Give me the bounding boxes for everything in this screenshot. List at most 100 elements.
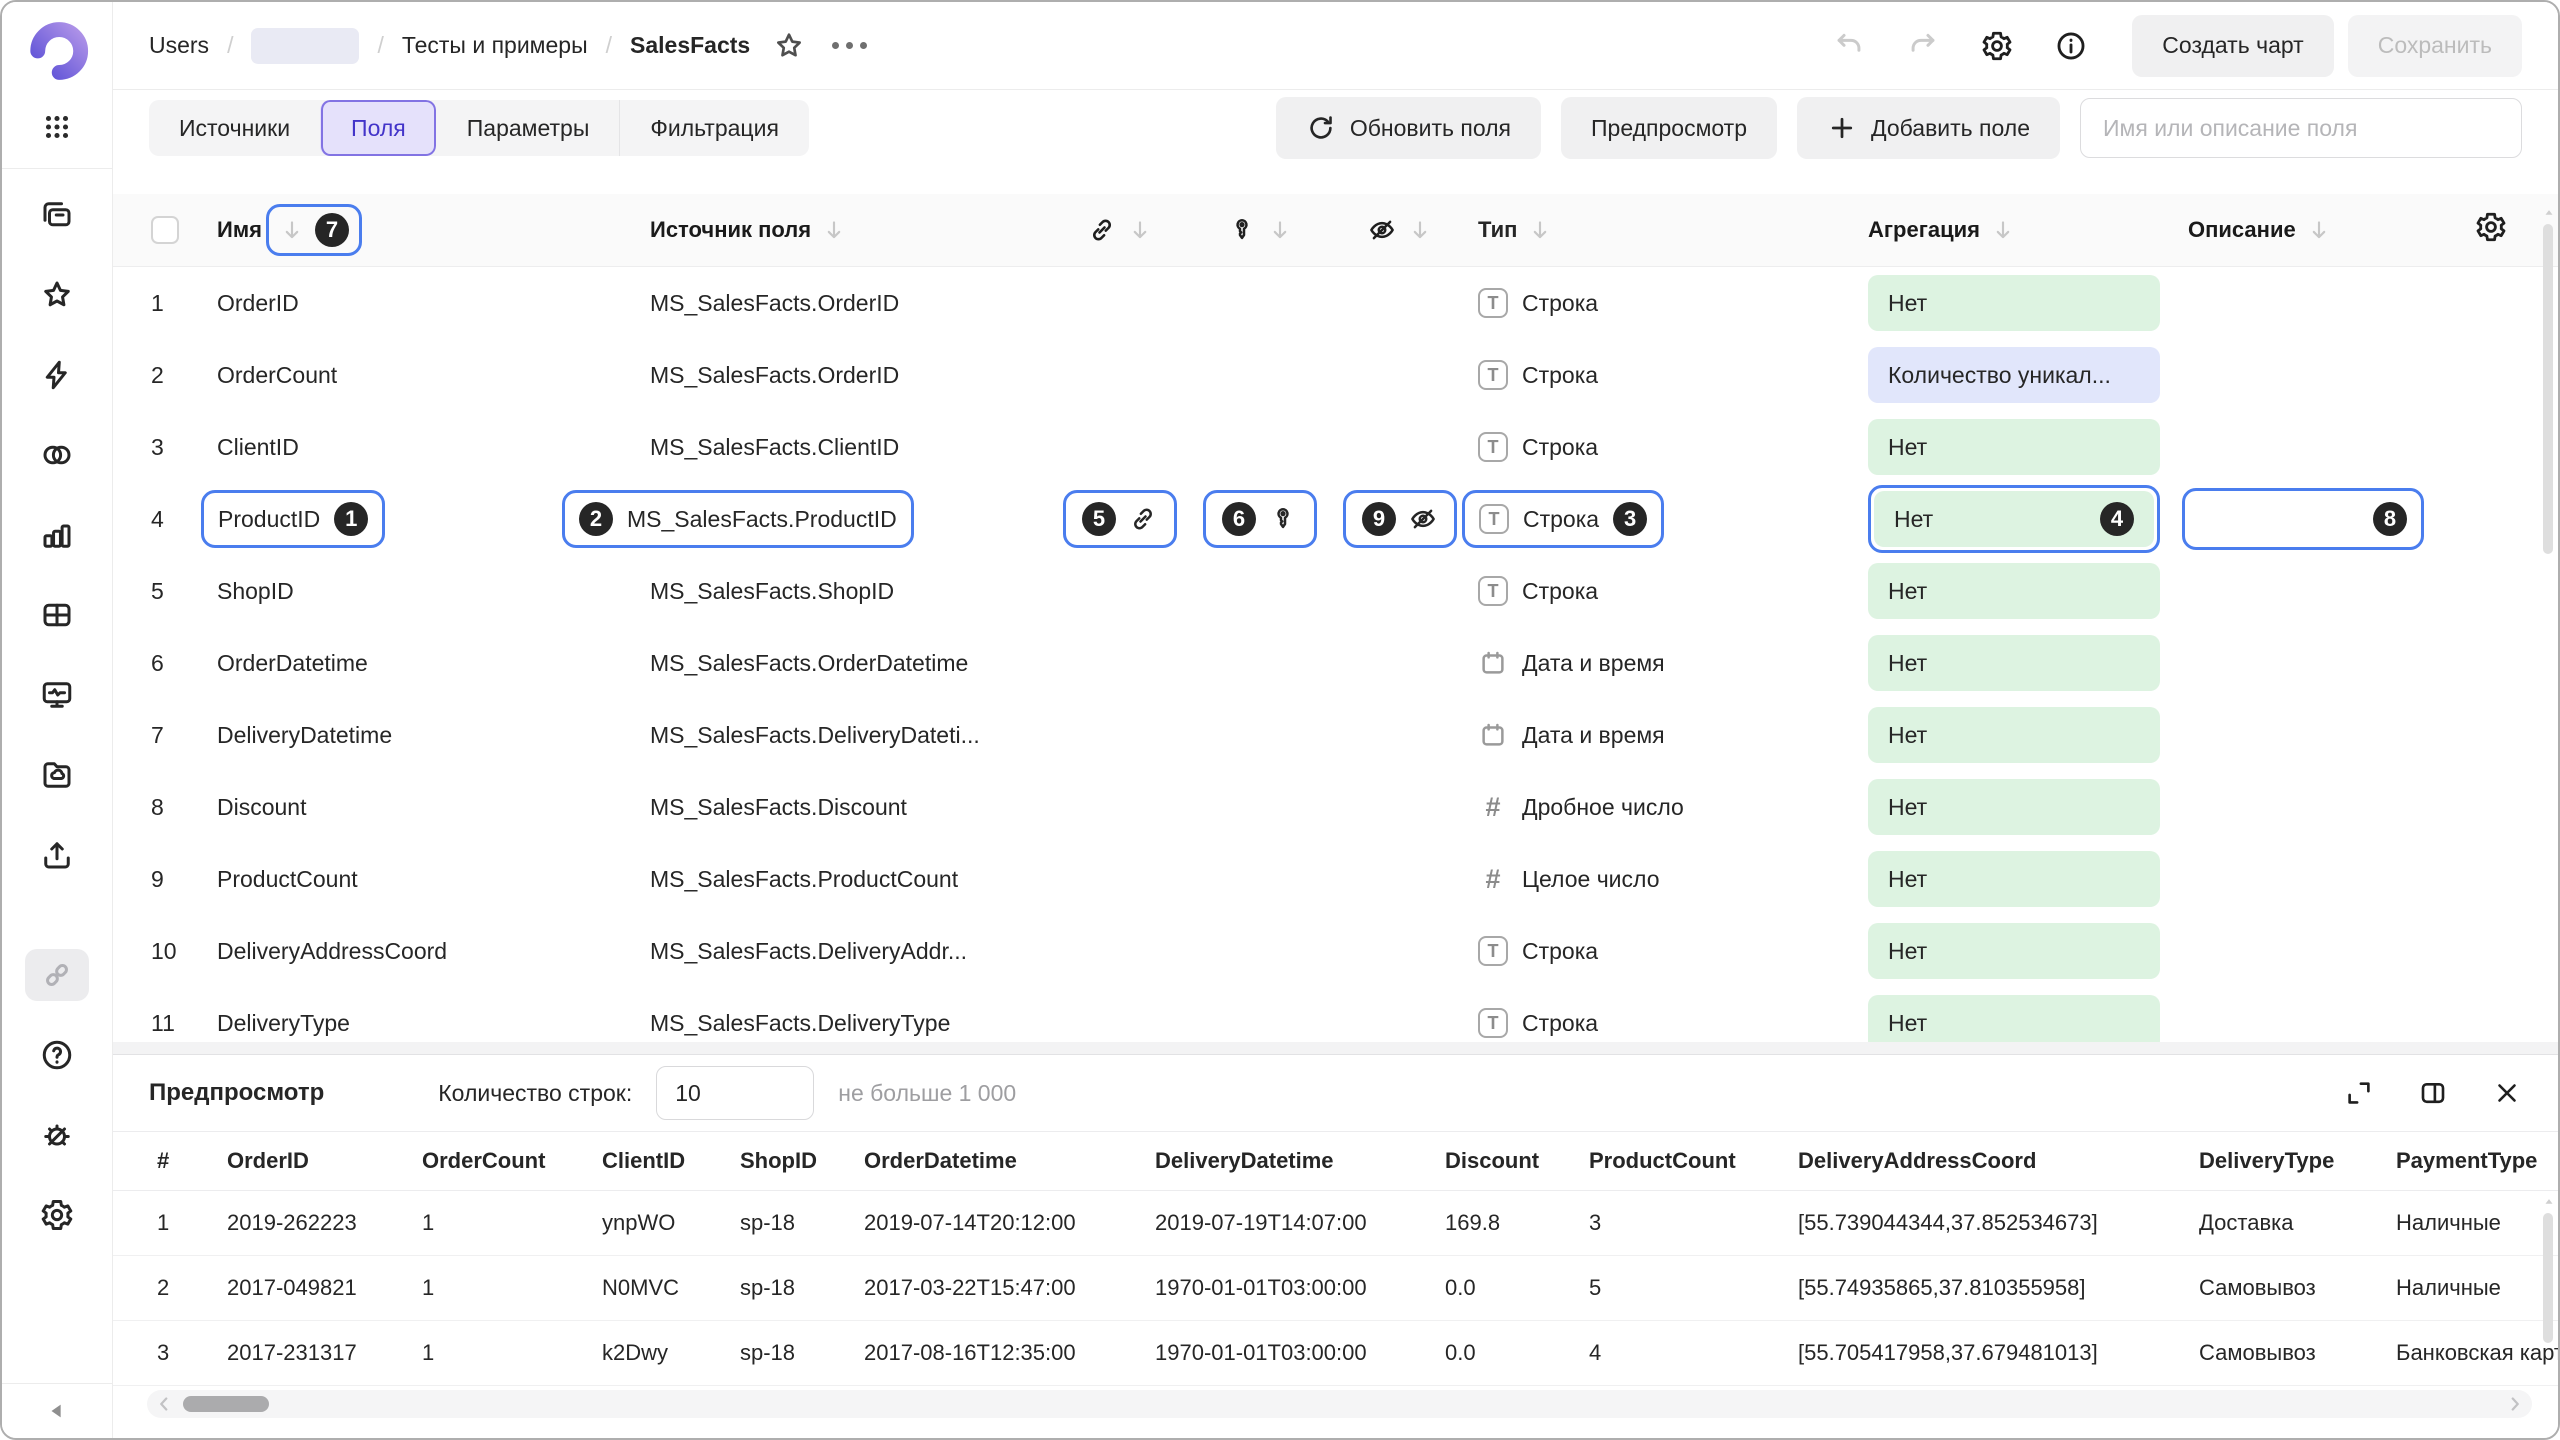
preview-column-header[interactable]: OrderDatetime <box>864 1148 1155 1174</box>
scrollbar-thumb[interactable] <box>2543 224 2553 554</box>
field-source-cell[interactable]: MS_SalesFacts.OrderID <box>650 362 1050 389</box>
create-chart-button[interactable]: Создать чарт <box>2132 15 2333 77</box>
sort-desc-icon[interactable] <box>821 217 847 243</box>
field-source-cell[interactable]: MS_SalesFacts.OrderDatetime <box>650 650 1050 677</box>
column-header-aggregation[interactable]: Агрегация <box>1868 217 2016 243</box>
field-type-cell[interactable]: Дата и время <box>1470 720 1850 750</box>
table-row[interactable]: 3ClientIDMS_SalesFacts.ClientIDTСтрокаНе… <box>113 411 2558 483</box>
field-source-cell[interactable]: 2MS_SalesFacts.ProductID <box>650 490 1050 548</box>
field-source-cell[interactable]: MS_SalesFacts.OrderID <box>650 290 1050 317</box>
field-source-cell[interactable]: MS_SalesFacts.ShopID <box>650 578 1050 605</box>
aggregation-pill[interactable]: Нет <box>1868 635 2160 691</box>
aggregation-pill[interactable]: Нет <box>1868 563 2160 619</box>
field-source-cell[interactable]: MS_SalesFacts.DeliveryDateti... <box>650 722 1050 749</box>
sidebar-item-overlap-circles[interactable] <box>25 429 89 481</box>
breadcrumb-folder[interactable]: Тесты и примеры <box>402 32 588 59</box>
select-all-checkbox[interactable] <box>151 216 179 244</box>
settings-gear-icon[interactable] <box>1980 29 2014 63</box>
save-button[interactable]: Сохранить <box>2348 15 2522 77</box>
apps-grid-icon[interactable] <box>40 110 74 144</box>
sidebar-item-upload[interactable] <box>25 829 89 881</box>
aggregation-pill[interactable]: Нет4 <box>1874 491 2154 547</box>
preview-column-header[interactable]: ProductCount <box>1589 1148 1798 1174</box>
scroll-up-icon[interactable] <box>2542 206 2554 220</box>
field-name-cell[interactable]: ProductCount <box>217 866 650 893</box>
aggregation-pill[interactable]: Нет <box>1868 707 2160 763</box>
tab-parameters[interactable]: Параметры <box>436 100 620 156</box>
column-header-type[interactable]: Тип <box>1478 217 1553 243</box>
sort-desc-icon[interactable] <box>1990 217 2016 243</box>
sort-desc-icon[interactable] <box>1407 217 1433 243</box>
field-source-cell[interactable]: MS_SalesFacts.DeliveryType <box>650 1010 1050 1037</box>
aggregation-pill[interactable]: Количество уникал... <box>1868 347 2160 403</box>
table-row[interactable]: 9ProductCountMS_SalesFacts.ProductCount#… <box>113 843 2558 915</box>
field-name-cell[interactable]: DeliveryAddressCoord <box>217 938 650 965</box>
field-type-cell[interactable]: TСтрока <box>1470 432 1850 462</box>
field-name-cell[interactable]: OrderCount <box>217 362 650 389</box>
preview-column-header[interactable]: # <box>157 1148 227 1174</box>
field-type-cell[interactable]: #Целое число <box>1470 864 1850 895</box>
field-type-cell[interactable]: TСтрока <box>1470 936 1850 966</box>
undo-icon[interactable] <box>1832 29 1866 63</box>
datalens-logo-icon[interactable] <box>24 18 90 84</box>
table-settings-gear-icon[interactable] <box>2474 210 2508 244</box>
sort-desc-icon[interactable] <box>279 217 305 243</box>
aggregation-pill[interactable]: Нет <box>1868 419 2160 475</box>
table-row[interactable]: 7DeliveryDatetimeMS_SalesFacts.DeliveryD… <box>113 699 2558 771</box>
table-row[interactable]: 11DeliveryTypeMS_SalesFacts.DeliveryType… <box>113 987 2558 1054</box>
fields-vertical-scrollbar[interactable] <box>2542 206 2554 554</box>
preview-column-header[interactable]: DeliveryDatetime <box>1155 1148 1445 1174</box>
column-header-link[interactable] <box>1050 215 1190 245</box>
preview-column-header[interactable]: DeliveryAddressCoord <box>1798 1148 2199 1174</box>
field-name-cell[interactable]: DeliveryDatetime <box>217 722 650 749</box>
refresh-fields-button[interactable]: Обновить поля <box>1276 97 1541 159</box>
table-row[interactable]: 1OrderIDMS_SalesFacts.OrderIDTСтрокаНет <box>113 267 2558 339</box>
sidebar-item-help[interactable] <box>25 1029 89 1081</box>
aggregation-pill[interactable]: Нет <box>1868 275 2160 331</box>
breadcrumb-redacted-item[interactable] <box>251 28 359 64</box>
field-type-cell[interactable]: TСтрока <box>1470 576 1850 606</box>
info-icon[interactable] <box>2054 29 2088 63</box>
sidebar-item-favorites-star[interactable] <box>25 269 89 321</box>
field-description-cell[interactable]: 8 <box>2160 488 2514 550</box>
preview-column-header[interactable]: PaymentType <box>2396 1148 2556 1174</box>
table-row[interactable]: 5ShopIDMS_SalesFacts.ShopIDTСтрокаНет <box>113 555 2558 627</box>
aggregation-pill[interactable]: Нет <box>1868 995 2160 1051</box>
tab-filtering[interactable]: Фильтрация <box>619 100 809 156</box>
preview-column-header[interactable]: ClientID <box>602 1148 740 1174</box>
breadcrumb-users[interactable]: Users <box>149 32 209 59</box>
preview-vertical-scrollbar[interactable] <box>2542 1195 2554 1343</box>
row-count-input[interactable] <box>656 1066 814 1120</box>
field-hidden-cell[interactable]: 9 <box>1330 490 1470 548</box>
aggregation-pill[interactable]: Нет <box>1868 851 2160 907</box>
field-name-cell[interactable]: OrderDatetime <box>217 650 650 677</box>
split-panel-icon[interactable] <box>2418 1078 2448 1108</box>
table-row[interactable]: 2OrderCountMS_SalesFacts.OrderIDTСтрокаК… <box>113 339 2558 411</box>
sidebar-item-bar-chart[interactable] <box>25 509 89 561</box>
aggregation-pill[interactable]: Нет <box>1868 923 2160 979</box>
field-link-cell[interactable]: 5 <box>1050 490 1190 548</box>
table-row[interactable]: 8DiscountMS_SalesFacts.Discount#Дробное … <box>113 771 2558 843</box>
field-type-cell[interactable]: TСтрока <box>1470 360 1850 390</box>
scrollbar-thumb[interactable] <box>183 1396 269 1412</box>
sidebar-item-plug[interactable] <box>25 949 89 1001</box>
sidebar-item-gear[interactable] <box>25 1189 89 1241</box>
close-icon[interactable] <box>2492 1078 2522 1108</box>
preview-column-header[interactable]: Discount <box>1445 1148 1589 1174</box>
sidebar-item-bolt[interactable] <box>25 349 89 401</box>
scrollbar-thumb[interactable] <box>2543 1213 2553 1343</box>
field-type-cell[interactable]: Дата и время <box>1470 648 1850 678</box>
field-source-cell[interactable]: MS_SalesFacts.ProductCount <box>650 866 1050 893</box>
sidebar-item-bug[interactable] <box>25 1109 89 1161</box>
field-type-cell[interactable]: #Дробное число <box>1470 792 1850 823</box>
table-row[interactable]: 6OrderDatetimeMS_SalesFacts.OrderDatetim… <box>113 627 2558 699</box>
preview-column-header[interactable]: OrderID <box>227 1148 422 1174</box>
field-type-cell[interactable]: TСтрока3 <box>1470 490 1850 548</box>
field-type-cell[interactable]: TСтрока <box>1470 288 1850 318</box>
scroll-left-icon[interactable] <box>153 1393 175 1415</box>
sort-desc-icon[interactable] <box>1127 217 1153 243</box>
field-name-cell[interactable]: OrderID <box>217 290 650 317</box>
field-name-cell[interactable]: DeliveryType <box>217 1010 650 1037</box>
add-field-button[interactable]: Добавить поле <box>1797 97 2060 159</box>
column-header-key[interactable] <box>1190 215 1330 245</box>
